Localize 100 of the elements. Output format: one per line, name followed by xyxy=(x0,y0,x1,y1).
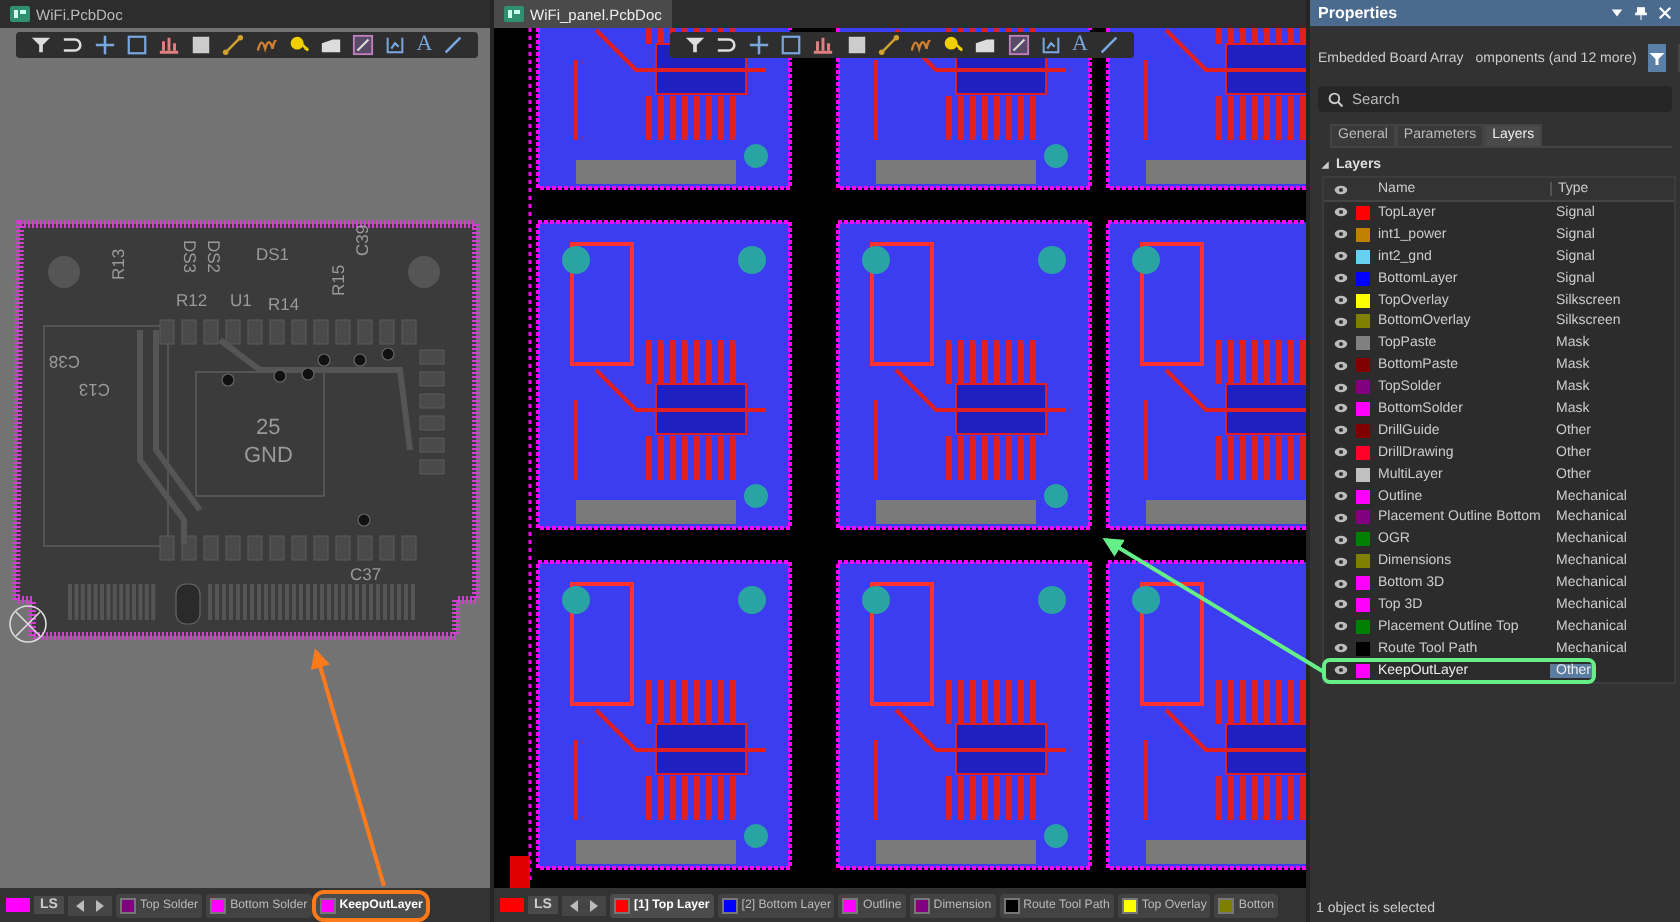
solid-square-icon[interactable] xyxy=(190,34,213,56)
plus-icon[interactable] xyxy=(93,34,116,56)
layer-color-swatch[interactable] xyxy=(1356,423,1370,438)
layer-color-swatch[interactable] xyxy=(1356,619,1370,634)
layer-color-swatch[interactable] xyxy=(1356,205,1370,220)
eye-icon[interactable] xyxy=(1334,577,1348,590)
line-icon[interactable] xyxy=(442,34,465,56)
eye-icon[interactable] xyxy=(1334,272,1348,285)
current-layer-swatch[interactable] xyxy=(6,898,30,912)
eye-icon[interactable] xyxy=(1334,402,1348,415)
chart-icon[interactable] xyxy=(812,34,835,56)
silkscreen-label: DS1 xyxy=(256,244,290,264)
shape-icon[interactable] xyxy=(319,34,342,56)
layer-color-swatch[interactable] xyxy=(1356,663,1370,678)
eye-icon[interactable] xyxy=(1334,468,1348,481)
silkscreen-label: C39 xyxy=(352,224,372,256)
eye-icon[interactable] xyxy=(1334,642,1348,655)
silkscreen-label: R13 xyxy=(108,248,128,280)
wave-icon[interactable] xyxy=(255,34,278,56)
eye-icon[interactable] xyxy=(1334,228,1348,241)
silkscreen-label: C38 xyxy=(48,352,80,372)
pin-icon[interactable] xyxy=(287,34,310,56)
layer-color-swatch[interactable] xyxy=(1356,249,1370,264)
layer-color-swatch[interactable] xyxy=(1356,597,1370,612)
dotted-line-icon[interactable] xyxy=(877,34,900,56)
eye-icon[interactable] xyxy=(1334,359,1348,372)
layer-color-swatch[interactable] xyxy=(1356,445,1370,460)
eye-icon[interactable] xyxy=(1334,620,1348,633)
silkscreen-label: DS3 xyxy=(180,240,200,274)
diagonal-box-icon[interactable] xyxy=(351,34,374,56)
silkscreen-label: R14 xyxy=(268,294,300,314)
filter-icon[interactable] xyxy=(29,34,52,56)
square-icon[interactable] xyxy=(780,34,803,56)
route-icon[interactable] xyxy=(715,34,738,56)
route-icon[interactable] xyxy=(61,34,84,56)
silkscreen-label: R15 xyxy=(328,264,348,296)
eye-icon[interactable] xyxy=(1334,337,1348,350)
layer-color-swatch[interactable] xyxy=(1356,227,1370,242)
shape-icon[interactable] xyxy=(974,34,997,56)
dotted-line-icon[interactable] xyxy=(222,34,245,56)
dropdown-caret-icon[interactable] xyxy=(1610,6,1624,20)
wave-icon[interactable] xyxy=(910,34,933,56)
current-layer-swatch[interactable] xyxy=(500,898,524,912)
eye-icon[interactable] xyxy=(1334,490,1348,503)
eye-icon[interactable] xyxy=(1334,315,1348,328)
layer-color-swatch[interactable] xyxy=(1356,271,1370,286)
square-icon[interactable] xyxy=(125,34,148,56)
silkscreen-label: R12 xyxy=(176,290,208,310)
silkscreen-label: 25 xyxy=(256,416,281,440)
layer-color-swatch[interactable] xyxy=(1356,554,1370,569)
close-icon[interactable] xyxy=(1658,6,1672,20)
place-text-button[interactable]: A xyxy=(416,34,433,56)
layer-color-swatch[interactable] xyxy=(1356,532,1370,547)
origin-marker xyxy=(510,856,530,888)
eye-icon[interactable] xyxy=(1334,294,1348,306)
eye-icon[interactable] xyxy=(1334,424,1348,437)
filter-icon xyxy=(1648,49,1667,67)
layer-color-swatch[interactable] xyxy=(1356,576,1370,591)
eye-icon[interactable] xyxy=(1334,664,1348,677)
layer-color-swatch[interactable] xyxy=(1356,358,1370,373)
eye-icon[interactable] xyxy=(1334,250,1348,263)
layer-color-swatch[interactable] xyxy=(1356,401,1370,416)
collapse-triangle-icon[interactable] xyxy=(1320,160,1330,170)
eye-icon[interactable] xyxy=(1334,206,1348,219)
eye-icon[interactable] xyxy=(1334,446,1348,459)
eye-icon[interactable] xyxy=(1334,381,1348,394)
diagonal-box-icon[interactable] xyxy=(1007,34,1030,56)
layer-color-swatch[interactable] xyxy=(1356,641,1370,656)
layer-color-swatch[interactable] xyxy=(1356,336,1370,351)
bracket-icon[interactable] xyxy=(384,34,407,56)
eye-icon[interactable] xyxy=(1334,533,1348,546)
layer-color-swatch[interactable] xyxy=(1356,489,1370,504)
layer-color-swatch[interactable] xyxy=(1356,510,1370,525)
pin-icon[interactable] xyxy=(942,34,965,56)
line-icon[interactable] xyxy=(1098,34,1121,56)
chart-icon[interactable] xyxy=(158,34,181,56)
silkscreen-label: DS2 xyxy=(204,240,224,274)
scroll-right-icon[interactable] xyxy=(91,897,108,913)
layer-color-swatch[interactable] xyxy=(1356,380,1370,395)
place-text-button[interactable]: A xyxy=(1072,34,1088,56)
search-icon xyxy=(1328,92,1344,108)
panel-title: Properties xyxy=(1318,4,1398,22)
silkscreen-label: GND xyxy=(244,444,293,468)
eye-icon[interactable] xyxy=(1334,598,1348,611)
scroll-right-icon[interactable] xyxy=(585,897,602,913)
silkscreen-label: C37 xyxy=(350,564,382,584)
plus-icon[interactable] xyxy=(748,34,770,56)
filter-icon[interactable] xyxy=(683,34,706,56)
layer-color-swatch[interactable] xyxy=(1356,293,1370,307)
layer-color-swatch[interactable] xyxy=(1356,314,1370,329)
layer-color-swatch[interactable] xyxy=(1356,467,1370,482)
selection-filter-button[interactable] xyxy=(1648,44,1667,72)
silkscreen-label: C13 xyxy=(78,380,110,400)
eye-icon[interactable] xyxy=(1334,511,1348,524)
scroll-left-icon[interactable] xyxy=(71,897,88,913)
scroll-left-icon[interactable] xyxy=(565,897,582,913)
bracket-icon[interactable] xyxy=(1039,34,1062,56)
solid-square-icon[interactable] xyxy=(845,34,868,56)
pin-icon[interactable] xyxy=(1634,6,1648,20)
eye-icon[interactable] xyxy=(1334,555,1348,568)
